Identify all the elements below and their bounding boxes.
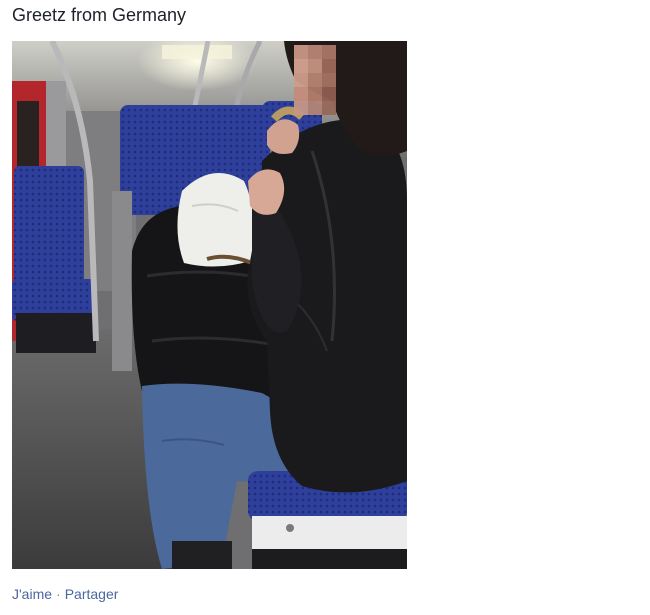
post-photo[interactable] bbox=[12, 41, 407, 569]
share-link[interactable]: Partager bbox=[65, 586, 119, 602]
post-actions: J'aime · Partager bbox=[12, 585, 118, 603]
like-link[interactable]: J'aime bbox=[12, 586, 52, 602]
post-photo-image bbox=[12, 41, 407, 569]
post-title: Greetz from Germany bbox=[12, 5, 187, 25]
action-separator: · bbox=[56, 586, 61, 602]
